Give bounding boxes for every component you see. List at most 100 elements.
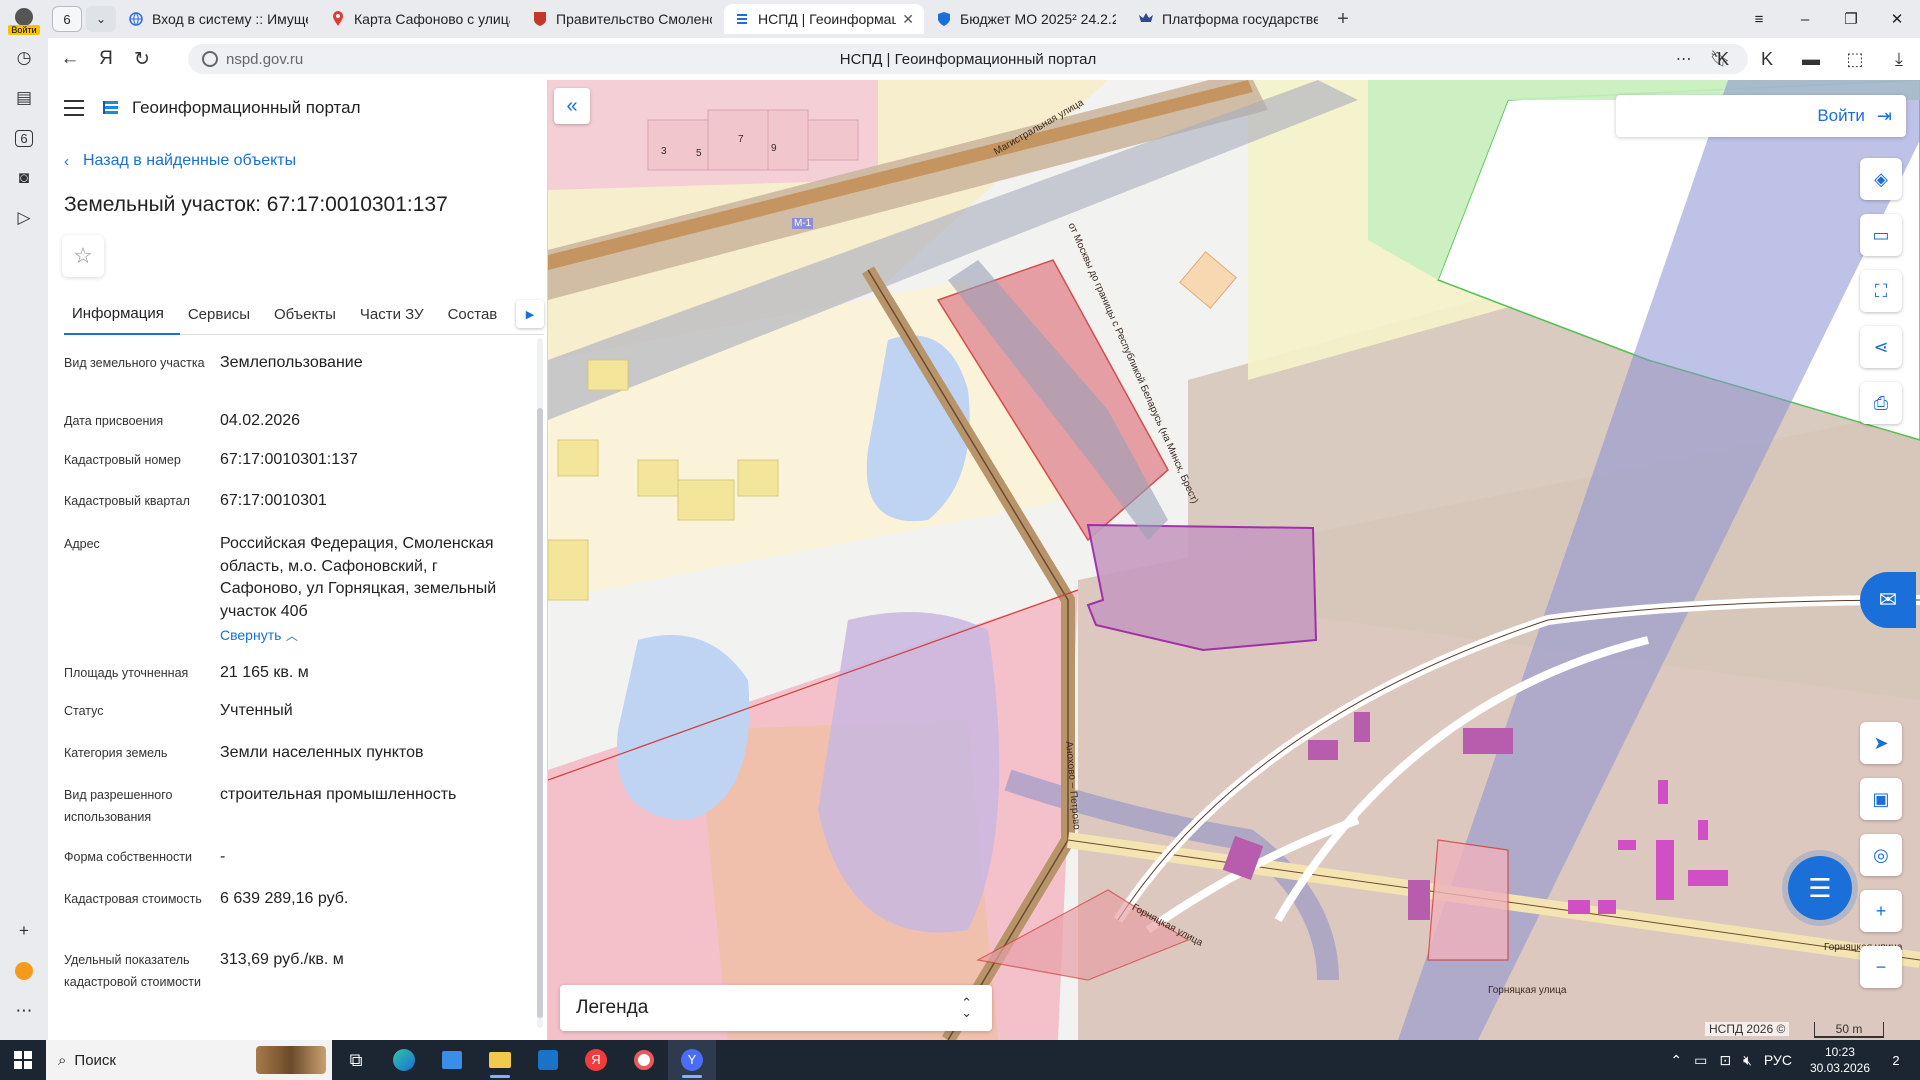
close-tab-icon[interactable]: ✕ — [896, 11, 914, 28]
extension-hat-icon[interactable]: ▬ — [1800, 49, 1822, 70]
map-view[interactable]: Магистральная улица от Москвы до границы… — [548, 80, 1920, 1040]
back-to-results-link[interactable]: ‹ Назад в найденные объекты — [64, 152, 296, 170]
tab-objects[interactable]: Объекты — [266, 293, 352, 335]
circle-app-icon[interactable] — [620, 1040, 668, 1080]
profile-button[interactable]: Войти — [0, 0, 48, 38]
url-field[interactable]: nspd.gov.ru НСПД | Геоинформационный пор… — [188, 44, 1748, 74]
more-options-icon[interactable]: ⋯ — [1676, 49, 1692, 69]
tab-list-dropdown[interactable]: ⌄ — [86, 6, 116, 32]
road-sign-m1: M-1 — [792, 218, 814, 229]
collapse-link[interactable]: Свернуть ︿ — [220, 624, 514, 648]
double-chevron-left-icon: « — [566, 94, 578, 117]
chat-button[interactable]: ☰ — [1788, 856, 1852, 920]
tab-parts[interactable]: Части ЗУ — [352, 293, 440, 335]
meet-icon[interactable]: ▭ — [1694, 1052, 1707, 1069]
browser-tab[interactable]: Платформа государствен — [1128, 4, 1328, 34]
tab-title: Платформа государствен — [1162, 11, 1318, 27]
reload-icon[interactable]: ↻ — [124, 41, 160, 77]
download-icon[interactable]: ⤓ — [1888, 49, 1910, 70]
tab-count-button[interactable]: 6 — [52, 6, 82, 32]
plus-icon: + — [1875, 900, 1887, 921]
history-icon[interactable]: ◷ — [0, 38, 48, 78]
field-value: 67:17:0010301:137 — [220, 451, 358, 468]
login-arrow-icon: ⇥ — [1876, 105, 1892, 126]
layers-icon: ◈ — [1874, 168, 1888, 189]
yandex-app-icon[interactable]: Я — [572, 1040, 620, 1080]
field-label: Статус — [64, 704, 104, 718]
layers-button[interactable]: ◈ — [1860, 158, 1902, 200]
locate-button[interactable]: ➤ — [1860, 722, 1902, 764]
site-info-icon[interactable] — [202, 51, 218, 67]
share-button[interactable]: ⋖ — [1860, 326, 1902, 368]
taskbar-search[interactable]: ⌕ Поиск — [46, 1040, 332, 1080]
basemap-button[interactable]: ▣ — [1860, 778, 1902, 820]
tab-information[interactable]: Информация — [64, 293, 180, 335]
extension-k2-icon[interactable]: K — [1756, 49, 1778, 70]
file-explorer-icon[interactable] — [476, 1040, 524, 1080]
start-button[interactable] — [0, 1040, 46, 1080]
browser-tab-active[interactable]: НСПД | Геоинформаци ✕ — [724, 4, 924, 34]
collapse-panel-button[interactable]: « — [554, 88, 590, 124]
print-button[interactable]: ⎙ — [1860, 382, 1902, 424]
browser-tab[interactable]: Карта Сафоново с улица — [320, 4, 520, 34]
restore-icon[interactable]: ❐ — [1828, 0, 1874, 38]
zoom-in-button[interactable]: + — [1860, 890, 1902, 932]
tabs-scroll-right-button[interactable]: ▶ — [516, 300, 544, 328]
new-tab-button[interactable]: + — [1328, 4, 1358, 34]
menu-icon[interactable] — [64, 99, 84, 116]
task-view-icon[interactable]: ⧉ — [332, 1040, 380, 1080]
field-label: Вид разрешенного использования — [64, 788, 173, 824]
hamburger-menu-icon[interactable]: ≡ — [1736, 0, 1782, 38]
chevron-right-icon: ▶ — [525, 308, 535, 321]
language-indicator[interactable]: РУС — [1764, 1052, 1792, 1068]
play-icon[interactable]: ▷ — [0, 198, 48, 238]
notifications-button[interactable]: 2 — [1882, 1046, 1910, 1074]
legend-bar[interactable]: Легенда ⌃ ⌄ — [560, 985, 992, 1031]
assistant-icon: ✉ — [1878, 587, 1898, 612]
login-button[interactable]: Войти ⇥ — [1616, 95, 1906, 137]
browser-tab[interactable]: Бюджет МО 2025² 24.2.28 — [926, 4, 1126, 34]
map-canvas[interactable] — [548, 80, 1920, 1040]
panel-scrollbar[interactable] — [537, 338, 543, 1028]
street-label-gornyatskaya-small: Горняцкая улица — [1488, 985, 1567, 996]
zoom-out-button[interactable]: − — [1860, 946, 1902, 988]
tray-expand-icon[interactable]: ⌃ — [1670, 1052, 1682, 1069]
chevron-left-icon: ‹ — [64, 152, 69, 170]
info-fields: Вид земельного участка Землепользование … — [64, 346, 514, 1026]
minimize-icon[interactable]: – — [1782, 0, 1828, 38]
yandex-icon[interactable]: Я — [88, 41, 124, 77]
close-window-icon[interactable]: ✕ — [1874, 0, 1920, 38]
network-icon[interactable]: ⊡ — [1719, 1052, 1731, 1069]
add-icon[interactable]: + — [0, 911, 48, 951]
clock[interactable]: 10:23 30.03.2026 — [1810, 1044, 1870, 1076]
outlook-icon[interactable] — [524, 1040, 572, 1080]
field-value: - — [220, 848, 226, 865]
tab-services[interactable]: Сервисы — [180, 293, 266, 335]
extension-puzzle-icon[interactable]: ⬚ — [1844, 49, 1866, 70]
measure-button[interactable]: ▭ — [1860, 214, 1902, 256]
mail-icon[interactable] — [0, 951, 48, 991]
select-area-button[interactable]: ⛶ — [1860, 270, 1902, 312]
geolocation-button[interactable]: ◎ — [1860, 834, 1902, 876]
field-label: Кадастровый квартал — [64, 494, 190, 508]
camera-icon[interactable]: ◙ — [0, 158, 48, 198]
collections-icon[interactable]: ▤ — [0, 78, 48, 118]
tab-composition[interactable]: Состав — [440, 293, 514, 335]
assistant-button[interactable]: ✉ — [1860, 572, 1916, 628]
extension-icons: K K ▬ ⬚ ⤓ — [1712, 38, 1910, 80]
store-icon[interactable] — [428, 1040, 476, 1080]
field-value: 6 639 289,16 руб. — [220, 890, 349, 907]
volume-icon[interactable]: 🔇︎ — [1743, 1052, 1752, 1069]
counter-badge[interactable]: 6 — [0, 118, 48, 158]
browser-tab[interactable]: Вход в систему :: Имущес — [118, 4, 318, 34]
more-icon[interactable]: ⋯ — [0, 991, 48, 1031]
yandex-browser-icon[interactable]: Y — [668, 1040, 716, 1080]
back-arrow-icon[interactable]: ← — [52, 41, 88, 77]
scrollbar-thumb[interactable] — [537, 408, 543, 1018]
extension-k-icon[interactable]: K — [1712, 49, 1734, 70]
print-icon: ⎙ — [1873, 392, 1889, 413]
favorite-star-button[interactable]: ☆ — [62, 235, 104, 277]
browser-tab[interactable]: Правительство Смоленск — [522, 4, 722, 34]
windows-logo-icon — [14, 1051, 32, 1069]
edge-icon[interactable] — [380, 1040, 428, 1080]
